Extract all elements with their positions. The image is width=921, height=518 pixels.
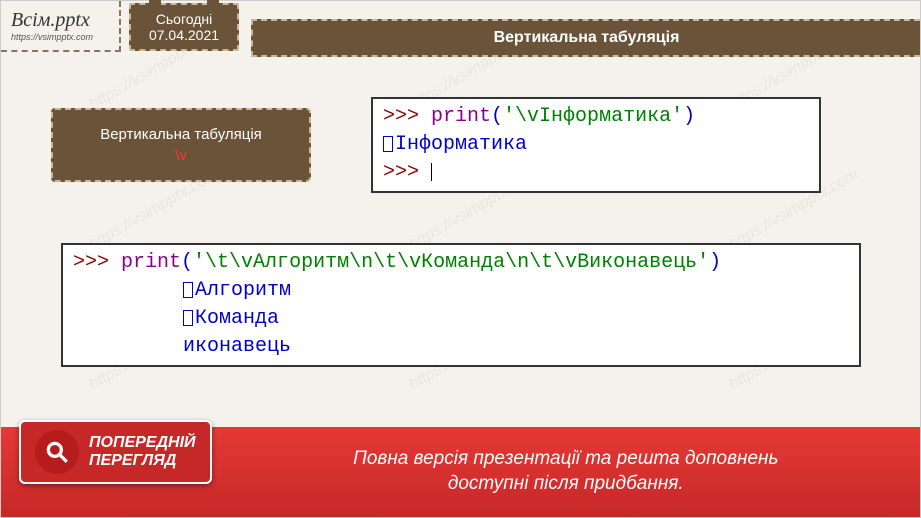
paren: ( bbox=[181, 251, 193, 274]
preview-badge: ПОПЕРЕДНІЙ ПЕРЕГЛЯД bbox=[19, 420, 212, 484]
definition-box: Вертикальна табуляція \v bbox=[51, 108, 311, 182]
definition-label: Вертикальна табуляція bbox=[100, 126, 262, 143]
string-literal: '\vІнформатика' bbox=[503, 105, 683, 128]
banner-msg-line2: доступні після придбання. bbox=[232, 472, 900, 497]
logo-url: https://vsimpptx.com bbox=[11, 32, 109, 42]
prompt: >>> bbox=[73, 251, 121, 274]
output-line-3: иконавець bbox=[183, 335, 291, 358]
output-text: Інформатика bbox=[395, 133, 527, 156]
paren: ) bbox=[709, 251, 721, 274]
header: Всім.pptx https://vsimpptx.com Сьогодні … bbox=[1, 1, 920, 57]
date-value: 07.04.2021 bbox=[139, 27, 229, 43]
banner-msg-line1: Повна версія презентації та решта доповн… bbox=[232, 447, 900, 472]
slide-title: Вертикальна табуляція bbox=[251, 19, 920, 57]
print-call: print bbox=[431, 105, 491, 128]
output-line-1: Алгоритм bbox=[195, 279, 291, 302]
output-line-2: Команда bbox=[195, 307, 279, 330]
vt-char-icon bbox=[183, 282, 193, 298]
banner-message: Повна версія презентації та решта доповн… bbox=[212, 447, 920, 496]
definition-escape: \v bbox=[73, 147, 289, 164]
vt-char-icon bbox=[383, 136, 393, 152]
preview-banner: ПОПЕРЕДНІЙ ПЕРЕГЛЯД Повна версія презент… bbox=[1, 427, 920, 517]
preview-label: ПОПЕРЕДНІЙ ПЕРЕГЛЯД bbox=[89, 434, 196, 469]
logo-box: Всім.pptx https://vsimpptx.com bbox=[1, 1, 121, 52]
date-label: Сьогодні bbox=[139, 11, 229, 27]
paren: ) bbox=[683, 105, 695, 128]
vt-char-icon bbox=[183, 310, 193, 326]
paren: ( bbox=[491, 105, 503, 128]
print-call: print bbox=[121, 251, 181, 274]
code-example-2: >>> print('\t\vАлгоритм\n\t\vКоманда\n\t… bbox=[61, 243, 861, 367]
content-area: Вертикальна табуляція \v >>> print('\vІн… bbox=[1, 57, 920, 387]
prompt: >>> bbox=[383, 105, 431, 128]
preview-line1: ПОПЕРЕДНІЙ bbox=[89, 434, 196, 452]
string-literal: '\t\vАлгоритм\n\t\vКоманда\n\t\vВиконаве… bbox=[193, 251, 709, 274]
prompt: >>> bbox=[383, 161, 431, 184]
preview-line2: ПЕРЕГЛЯД bbox=[89, 452, 196, 470]
cursor-icon bbox=[431, 163, 432, 181]
date-badge: Сьогодні 07.04.2021 bbox=[129, 3, 239, 51]
magnifier-icon bbox=[35, 430, 79, 474]
logo-title: Всім.pptx bbox=[11, 9, 109, 32]
code-example-1: >>> print('\vІнформатика') Інформатика >… bbox=[371, 97, 821, 193]
